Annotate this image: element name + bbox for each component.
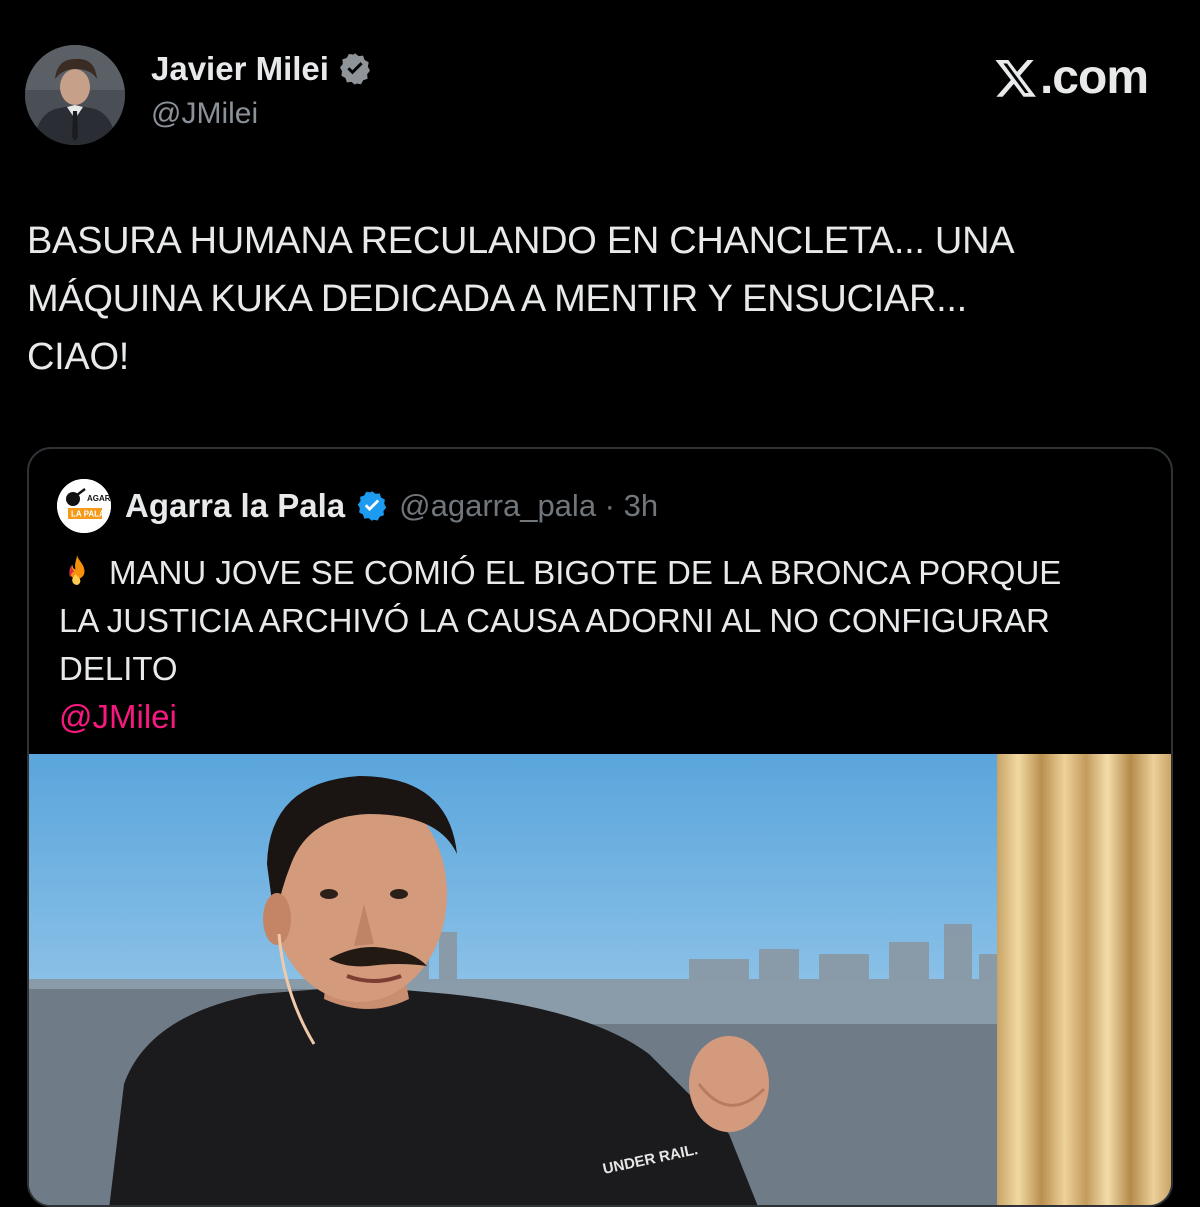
brand-text: .com <box>1039 51 1149 104</box>
quoted-line: MANU JOVE SE COMIÓ EL BIGOTE DE LA BRONC… <box>59 549 1149 597</box>
author-avatar[interactable] <box>25 45 125 145</box>
mention-link[interactable]: @JMilei <box>59 693 1149 741</box>
author-name[interactable]: Javier Milei <box>151 50 329 88</box>
verified-badge-icon <box>355 489 389 523</box>
author-name-row[interactable]: Javier Milei <box>151 50 373 88</box>
tweet-line: CIAO! <box>27 336 129 378</box>
quoted-handle-time[interactable]: @agarra_pala · 3h <box>399 488 658 524</box>
quoted-line: DELITO <box>59 650 178 687</box>
agarra-la-pala-logo: AGARRÁ LA PALA <box>57 479 111 533</box>
author-avatar-image <box>25 45 125 145</box>
quoted-video-thumbnail[interactable]: UNDER RAIL. <box>29 754 1171 1205</box>
tweet-text: BASURA HUMANA RECULANDO EN CHANCLETA... … <box>27 212 1127 386</box>
tweet-line: BASURA HUMANA RECULANDO EN CHANCLETA... … <box>27 220 1015 262</box>
video-frame: UNDER RAIL. <box>29 754 1171 1205</box>
verified-badge-icon <box>337 51 373 87</box>
quoted-header: Agarra la Pala @agarra_pala · 3h <box>125 487 658 525</box>
quoted-line: LA JUSTICIA ARCHIVÓ LA CAUSA ADORNI AL N… <box>59 602 1050 639</box>
quoted-author-name[interactable]: Agarra la Pala <box>125 487 345 525</box>
fire-emoji-icon <box>59 552 95 588</box>
author-handle[interactable]: @JMilei <box>151 97 258 131</box>
logo-text-top: AGARRÁ <box>87 494 111 503</box>
x-logo-icon <box>994 56 1038 100</box>
quoted-tweet-card[interactable]: AGARRÁ LA PALA Agarra la Pala @agarra_pa… <box>27 447 1173 1207</box>
quoted-line-text: MANU JOVE SE COMIÓ EL BIGOTE DE LA BRONC… <box>109 554 1062 591</box>
quoted-tweet-text: MANU JOVE SE COMIÓ EL BIGOTE DE LA BRONC… <box>59 549 1149 741</box>
quoted-author-avatar[interactable]: AGARRÁ LA PALA <box>57 479 111 533</box>
tweet-line: MÁQUINA KUKA DEDICADA A MENTIR Y ENSUCIA… <box>27 278 967 320</box>
brand-logo: .com <box>994 50 1149 105</box>
logo-text-bottom: LA PALA <box>71 510 105 519</box>
